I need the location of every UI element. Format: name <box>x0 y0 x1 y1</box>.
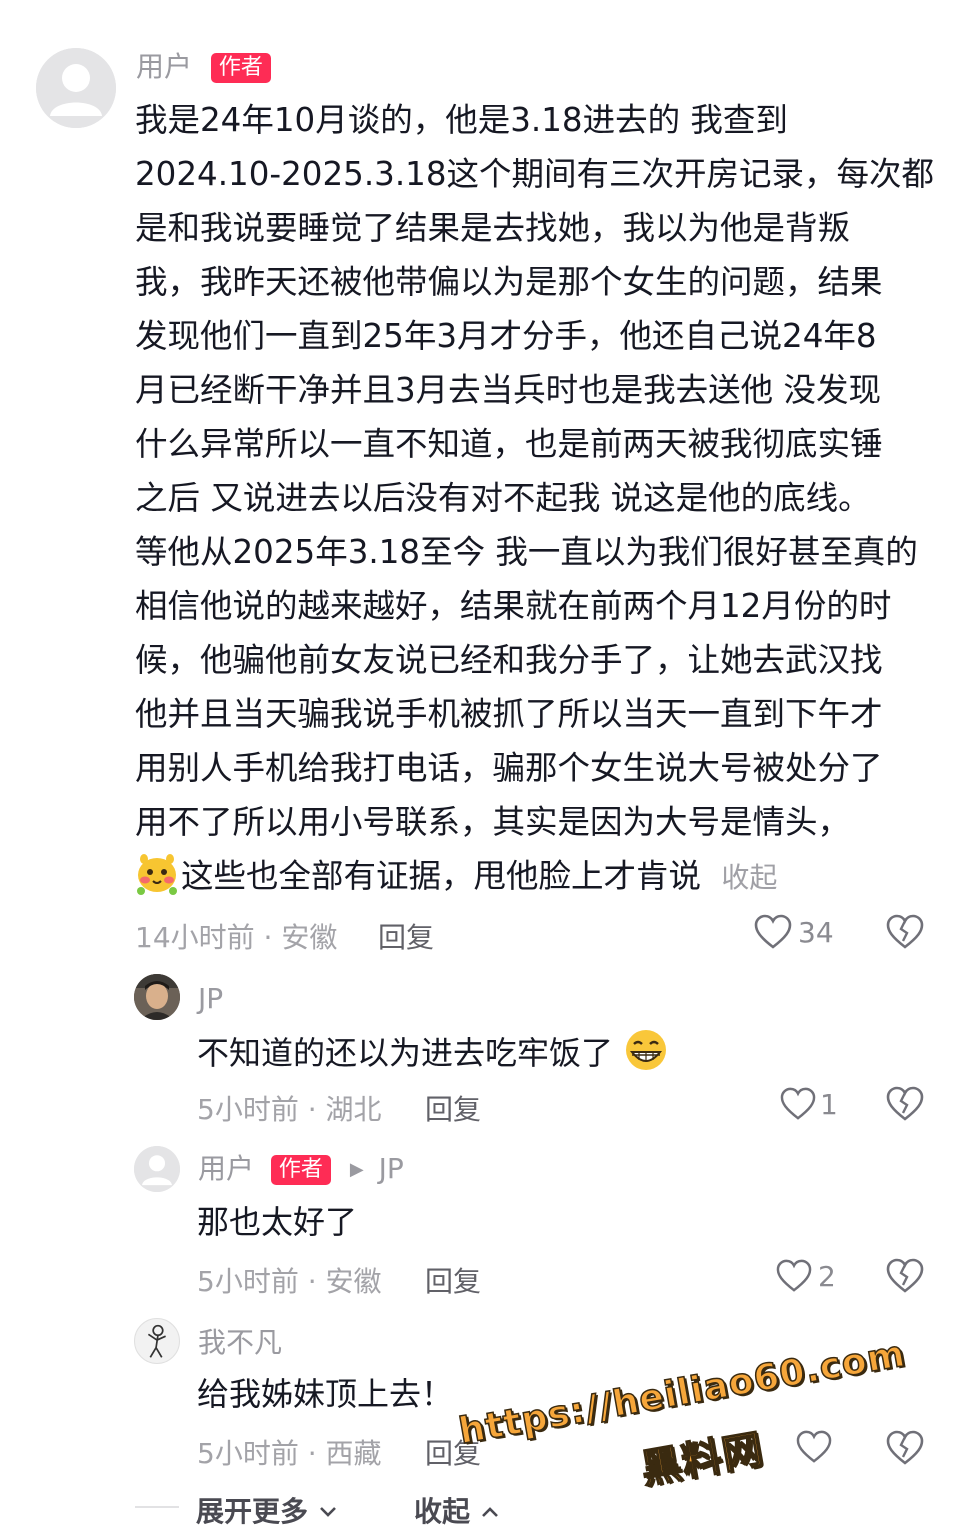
comment-last-line: 这些也全部有证据，甩他脸上才肯说 收起 <box>135 849 935 911</box>
dislike-button[interactable] <box>886 914 924 954</box>
reply-button[interactable]: 回复 <box>425 1088 481 1128</box>
like-count: 34 <box>798 915 834 949</box>
reply-username[interactable]: JP <box>198 982 223 1016</box>
author-badge: 作者 <box>210 53 271 83</box>
broken-heart-icon <box>886 914 924 949</box>
broken-heart-icon <box>886 1086 924 1121</box>
default-user-icon <box>36 48 116 128</box>
reply-meta: 5小时前 · 西藏 <box>197 1437 382 1470</box>
reply-to-username[interactable]: JP <box>379 1152 404 1185</box>
reply-button[interactable]: 回复 <box>425 1260 481 1300</box>
reply-arrow-icon: ▶ <box>349 1159 364 1180</box>
divider <box>135 1506 179 1508</box>
comment-line: 我，我昨天还被他带偏以为是那个女生的问题，结果 <box>135 263 883 301</box>
like-button[interactable]: 34 <box>754 912 834 952</box>
like-button[interactable] <box>796 1430 832 1468</box>
reply-username[interactable]: 用户 作者 ▶ JP <box>198 1152 404 1187</box>
grin-emoji-icon <box>623 1028 669 1083</box>
comment-line: 什么异常所以一直不知道，也是前两天被我彻底实锤 <box>135 425 883 463</box>
dislike-button[interactable] <box>886 1086 924 1126</box>
user-photo-icon <box>134 974 180 1020</box>
reply-text: 不知道的还以为进去吃牢饭了 <box>197 1028 669 1083</box>
username-text[interactable]: 用户 <box>136 50 192 83</box>
comment-line: 他并且当天骗我说手机被抓了所以当天一直到下午才 <box>135 695 883 733</box>
collapse-button[interactable]: 收起 <box>414 1490 500 1530</box>
heart-icon <box>754 914 792 949</box>
comment-line: 相信他说的越来越好，结果就在前两个月12月份的时 <box>135 587 892 625</box>
default-user-icon <box>134 1146 180 1192</box>
avatar[interactable] <box>134 1318 180 1364</box>
collapse-label[interactable]: 收起 <box>414 1495 470 1528</box>
dislike-button[interactable] <box>886 1258 924 1298</box>
comment-line: 2024.10-2025.3.18这个期间有三次开房记录，每次都 <box>135 155 935 193</box>
reply-button[interactable]: 回复 <box>378 916 434 956</box>
broken-heart-icon <box>886 1430 924 1465</box>
reply-text: 那也太好了 <box>197 1203 358 1241</box>
reply-text-body: 不知道的还以为进去吃牢饭了 <box>197 1034 614 1072</box>
reply-meta: 5小时前 · 湖北 <box>197 1093 382 1126</box>
chevron-up-icon <box>480 1493 500 1526</box>
avatar[interactable] <box>134 1146 180 1192</box>
like-count: 1 <box>820 1087 838 1121</box>
collapse-text-button[interactable]: 收起 <box>721 861 777 894</box>
dislike-button[interactable] <box>886 1430 924 1470</box>
like-count: 2 <box>818 1259 836 1293</box>
comment-last-text: 这些也全部有证据，甩他脸上才肯说 <box>181 857 702 895</box>
comment-line: 等他从2025年3.18至今 我一直以为我们很好甚至真的 <box>135 533 918 571</box>
comment-line: 月已经断干净并且3月去当兵时也是我去送他 没发现 <box>135 371 882 409</box>
comment-line: 之后 又说进去以后没有对不起我 说这是他的底线。 <box>135 479 871 517</box>
avatar[interactable] <box>36 48 116 128</box>
comment-line: 用不了所以用小号联系，其实是因为大号是情头， <box>135 803 851 841</box>
comment-line: 用别人手机给我打电话，骗那个女生说大号被处分了 <box>135 749 883 787</box>
expand-more-button[interactable]: 展开更多 <box>196 1490 338 1530</box>
heart-icon <box>776 1259 812 1292</box>
sketch-figure-icon <box>147 1324 166 1358</box>
like-button[interactable]: 2 <box>776 1256 836 1296</box>
broken-heart-icon <box>886 1258 924 1293</box>
comment-line: 是和我说要睡觉了结果是去找她，我以为他是背叛 <box>135 209 851 247</box>
comment-text: 我是24年10月谈的，他是3.18进去的 我查到 2024.10-2025.3.… <box>135 93 935 911</box>
reply-meta: 5小时前 · 安徽 <box>197 1265 382 1298</box>
like-button[interactable]: 1 <box>780 1084 838 1124</box>
comment-line: 发现他们一直到25年3月才分手，他还自己说24年8 <box>135 317 877 355</box>
comment-line: 我是24年10月谈的，他是3.18进去的 我查到 <box>135 101 788 139</box>
expand-more-label[interactable]: 展开更多 <box>196 1495 308 1528</box>
chevron-down-icon <box>318 1493 338 1526</box>
heart-icon <box>780 1087 816 1120</box>
comment-username[interactable]: 用户 作者 <box>136 50 271 84</box>
heart-icon <box>796 1430 832 1463</box>
blush-emoji-icon <box>135 851 179 911</box>
avatar[interactable] <box>134 974 180 1020</box>
watermark-site: 黑料网 <box>637 1426 768 1494</box>
username-text[interactable]: 用户 <box>198 1152 254 1185</box>
author-badge: 作者 <box>270 1155 331 1185</box>
comment-line: 候，他骗他前女友说已经和我分手了，让她去武汉找 <box>135 641 883 679</box>
reply-username[interactable]: 我不凡 <box>198 1326 282 1360</box>
comment-meta: 14小时前 · 安徽 <box>135 921 338 954</box>
reply-text: 给我姊妹顶上去！ <box>197 1375 454 1413</box>
